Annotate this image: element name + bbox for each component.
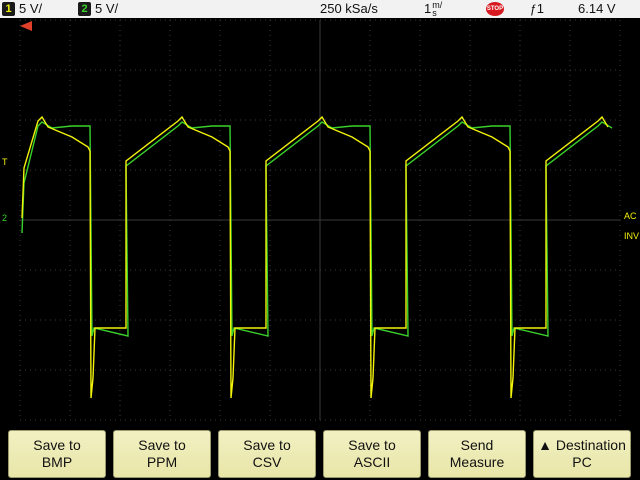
trigger-level: 6.14 V	[578, 1, 616, 16]
timebase-unit-bottom: s	[432, 8, 437, 18]
timebase[interactable]: 1m/s	[424, 1, 442, 18]
timebase-value: 1	[424, 1, 432, 16]
channel-2-badge: 2	[78, 2, 91, 16]
save-to-ppm-button[interactable]: Save to PPM	[113, 430, 211, 478]
trigger-source[interactable]: ƒ1	[530, 1, 544, 17]
channel-1-scale-label: 5 V/	[19, 1, 43, 16]
softkey-bar: Save to BMP Save to PPM Save to CSV Save…	[0, 422, 640, 480]
run-stop-indicator[interactable]: STOP	[486, 1, 504, 17]
save-to-csv-button[interactable]: Save to CSV	[218, 430, 316, 478]
trigger-source-label: 1	[536, 1, 544, 16]
channel-2-scale[interactable]: 2 5 V/	[78, 1, 118, 17]
stop-icon: STOP	[486, 2, 504, 16]
trigger-position-icon	[20, 21, 32, 31]
waveform-svg: T 2 AC INV	[2, 19, 639, 421]
save-to-ascii-button[interactable]: Save to ASCII	[323, 430, 421, 478]
channel-1-badge: 1	[2, 2, 15, 16]
save-to-bmp-button[interactable]: Save to BMP	[8, 430, 106, 478]
channel-1-coupling-label: AC	[624, 211, 637, 221]
trigger-level-marker[interactable]: T	[2, 157, 8, 167]
channel-1-invert-label: INV	[624, 231, 639, 241]
trigger-edge-icon: ƒ	[530, 2, 537, 16]
waveform-display[interactable]: T 2 AC INV	[0, 18, 640, 422]
graticule	[19, 19, 621, 421]
sample-rate: 250 kSa/s	[320, 1, 378, 16]
status-bar: 15 V/ 25 V/ 250 kSa/s 1m/s STOP ƒ1 6.14 …	[0, 0, 640, 18]
channel-2-scale-label: 5 V/	[95, 1, 119, 16]
channel-1-scale[interactable]: 1 5 V/	[2, 1, 42, 17]
channel-2-ground-marker[interactable]: 2	[2, 213, 7, 223]
send-measure-button[interactable]: Send Measure	[428, 430, 526, 478]
destination-pc-button[interactable]: ▲ Destination PC	[533, 430, 631, 478]
channel-2-waveform	[21, 121, 613, 337]
